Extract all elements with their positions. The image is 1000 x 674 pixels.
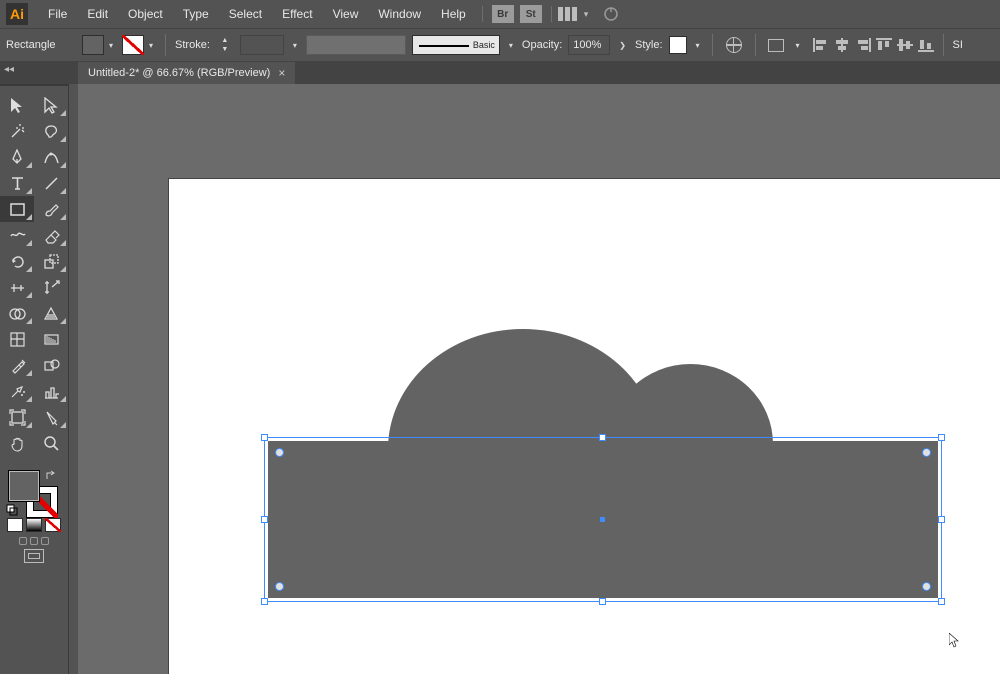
none-mode-button[interactable]	[45, 518, 61, 532]
menu-effect[interactable]: Effect	[272, 0, 322, 28]
tool-artboard[interactable]	[0, 404, 34, 430]
menu-edit[interactable]: Edit	[77, 0, 118, 28]
menu-select[interactable]: Select	[219, 0, 272, 28]
menu-object[interactable]: Object	[118, 0, 173, 28]
document-tab-title: Untitled-2* @ 66.67% (RGB/Preview)	[88, 67, 270, 79]
fill-swatch[interactable]	[82, 35, 104, 55]
chevron-down-icon[interactable]: ▾	[290, 41, 300, 50]
color-mode-button[interactable]	[7, 518, 23, 532]
menu-bar: Ai File Edit Object Type Select Effect V…	[0, 0, 1000, 28]
tool-zoom[interactable]	[34, 430, 68, 456]
document-tab-strip: ◂◂ Untitled-2* @ 66.67% (RGB/Preview) ×	[0, 62, 1000, 84]
tool-type[interactable]	[0, 170, 34, 196]
app-icon: Ai	[6, 3, 28, 25]
tool-rotate[interactable]	[0, 248, 34, 274]
align-left-icon[interactable]	[813, 38, 829, 52]
menu-view[interactable]: View	[323, 0, 369, 28]
fill-stroke-control[interactable]	[4, 468, 64, 516]
align-bottom-icon[interactable]	[918, 38, 934, 52]
stock-button[interactable]: St	[520, 5, 542, 23]
brush-definition[interactable]: Basic	[412, 35, 500, 55]
recolor-artwork-icon[interactable]	[726, 37, 742, 53]
document-tab[interactable]: Untitled-2* @ 66.67% (RGB/Preview) ×	[78, 62, 295, 84]
stroke-weight-stepper[interactable]: ▲▼	[216, 35, 234, 55]
panel-collapse-icon[interactable]: ◂◂	[4, 64, 16, 76]
tool-paintbrush[interactable]	[34, 196, 68, 222]
stroke-swatch[interactable]	[122, 35, 144, 55]
tools-panel	[0, 84, 69, 674]
align-group	[813, 38, 934, 52]
bridge-button[interactable]: Br	[492, 5, 514, 23]
draw-mode-row	[0, 537, 68, 545]
style-label[interactable]: Style:	[635, 39, 663, 51]
tool-width[interactable]	[0, 274, 34, 300]
tool-pen[interactable]	[0, 144, 34, 170]
tool-mesh[interactable]	[0, 326, 34, 352]
opacity-label[interactable]: Opacity:	[522, 39, 562, 51]
draw-behind-icon[interactable]	[30, 537, 38, 545]
opacity-flyout[interactable]: ❯	[616, 41, 629, 50]
tool-eyedropper[interactable]	[0, 352, 34, 378]
tool-shape-builder[interactable]	[0, 300, 34, 326]
align-vcenter-icon[interactable]	[897, 38, 913, 52]
fill-box[interactable]	[8, 470, 40, 502]
gradient-mode-button[interactable]	[26, 518, 42, 532]
tool-line-segment[interactable]	[34, 170, 68, 196]
menu-help[interactable]: Help	[431, 0, 476, 28]
gpu-icon[interactable]	[602, 6, 620, 22]
tool-selection[interactable]	[0, 92, 34, 118]
tool-rectangle[interactable]	[0, 196, 34, 222]
tool-gradient[interactable]	[34, 326, 68, 352]
tool-lasso[interactable]	[34, 118, 68, 144]
menu-window[interactable]: Window	[368, 0, 431, 28]
align-to-icon[interactable]	[768, 39, 784, 52]
cutoff-text: SI	[953, 39, 963, 51]
menu-file[interactable]: File	[38, 0, 77, 28]
default-fill-stroke-icon[interactable]	[6, 504, 18, 516]
selection-type-label: Rectangle	[6, 39, 76, 51]
tool-blend[interactable]	[34, 352, 68, 378]
menu-type[interactable]: Type	[173, 0, 219, 28]
canvas-area[interactable]	[78, 84, 1000, 674]
arrange-documents-button[interactable]	[558, 7, 580, 21]
variable-width-profile[interactable]	[306, 35, 406, 55]
swap-fill-stroke-icon[interactable]	[46, 470, 58, 482]
tool-perspective-grid[interactable]	[34, 300, 68, 326]
chevron-down-icon[interactable]: ▾	[693, 41, 703, 50]
color-mode-row	[0, 518, 68, 532]
tool-free-transform[interactable]	[34, 274, 68, 300]
tool-magic-wand[interactable]	[0, 118, 34, 144]
chevron-down-icon[interactable]: ▾	[793, 41, 803, 50]
screen-mode-button[interactable]	[24, 549, 44, 563]
tool-hand[interactable]	[0, 430, 34, 456]
tool-direct-selection[interactable]	[34, 92, 68, 118]
draw-inside-icon[interactable]	[41, 537, 49, 545]
chevron-down-icon[interactable]: ▾	[106, 41, 116, 50]
tool-column-graph[interactable]	[34, 378, 68, 404]
tool-curvature[interactable]	[34, 144, 68, 170]
align-hcenter-icon[interactable]	[834, 38, 850, 52]
opacity-input[interactable]: 100%	[568, 35, 610, 55]
close-tab-icon[interactable]: ×	[278, 66, 285, 80]
stroke-label[interactable]: Stroke:	[175, 39, 210, 51]
control-bar: Rectangle ▾ ▾ Stroke: ▲▼ ▾ Basic ▾ Opacit…	[0, 28, 1000, 62]
stroke-weight-input[interactable]	[240, 35, 284, 55]
tool-symbol-sprayer[interactable]	[0, 378, 34, 404]
draw-normal-icon[interactable]	[19, 537, 27, 545]
rectangle-shape[interactable]	[268, 441, 938, 598]
tool-eraser[interactable]	[34, 222, 68, 248]
cursor-icon	[949, 633, 960, 648]
chevron-down-icon[interactable]: ▾	[506, 41, 516, 50]
chevron-down-icon[interactable]: ▾	[584, 9, 589, 20]
chevron-down-icon[interactable]: ▾	[146, 41, 156, 50]
tool-slice[interactable]	[34, 404, 68, 430]
tool-shaper[interactable]	[0, 222, 34, 248]
tool-scale[interactable]	[34, 248, 68, 274]
align-right-icon[interactable]	[855, 38, 871, 52]
graphic-style-swatch[interactable]	[669, 36, 687, 54]
align-top-icon[interactable]	[876, 38, 892, 52]
